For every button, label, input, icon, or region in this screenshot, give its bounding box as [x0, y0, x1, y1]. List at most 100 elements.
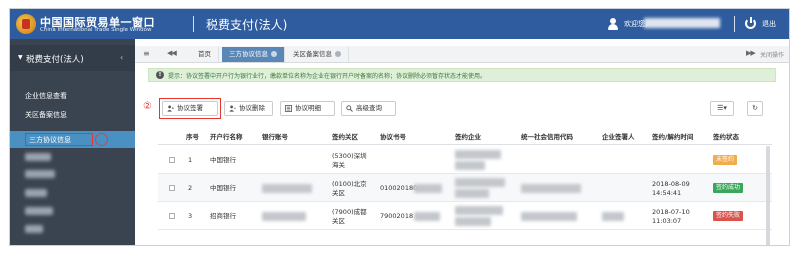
power-icon[interactable]: [745, 17, 756, 29]
user-icon: [608, 18, 618, 30]
tab-label: 关区备案信息: [293, 50, 332, 58]
notice-text: 提示：协议签署中开户行为银行业行，缴款单位名称为企业在银行开户时备案的名称；协议…: [168, 73, 487, 80]
col-header-customs: 签约关区: [332, 133, 358, 141]
table-row[interactable]: 2 中国银行 (0100)北京关区 010020180 2018-08-09 1…: [158, 174, 772, 202]
cell-account-redacted: [262, 184, 312, 193]
info-icon: !: [156, 71, 164, 79]
cell-time: 2018-07-10 11:03:07: [652, 208, 690, 225]
cell-agreement-no: 010020180: [380, 184, 418, 192]
cell-credit-code-redacted: [521, 184, 581, 193]
columns-icon: ☰▾: [717, 104, 727, 112]
tab-customs-record[interactable]: 关区备案信息: [286, 47, 349, 62]
cell-account-redacted: [262, 212, 306, 221]
cell-company-redacted: [455, 217, 491, 226]
sidebar-item-company-info[interactable]: 企业信息查看: [25, 91, 67, 101]
status-badge: 未签约: [713, 155, 738, 165]
sidebar-section-label: 税费支付(法人): [26, 55, 84, 65]
cell-company-redacted: [455, 189, 489, 198]
button-label: 协议签署: [177, 104, 203, 112]
sidebar-item-tripartite-agreement[interactable]: 三方协议信息: [10, 131, 135, 148]
table-row[interactable]: 1 中国银行 (5300)深圳海关 未签约: [158, 146, 772, 174]
sidebar-item-customs-record[interactable]: 关区备案信息: [25, 110, 67, 120]
double-chevron-right-icon[interactable]: ▶▶: [746, 49, 756, 57]
refresh-button[interactable]: ↻: [747, 101, 763, 116]
advanced-search-button[interactable]: 高级查询: [341, 101, 396, 116]
logout-link[interactable]: 退出: [762, 19, 776, 29]
row-checkbox[interactable]: [169, 213, 175, 219]
cell-no: 2: [188, 184, 193, 192]
table-scrollbar[interactable]: [766, 146, 770, 245]
close-operations-menu[interactable]: 关闭操作: [760, 50, 784, 59]
cell-customs: (7900)成都关区: [332, 208, 367, 225]
row-checkbox[interactable]: [169, 185, 175, 191]
user-plus-icon: [167, 105, 174, 112]
step-number: ②: [143, 101, 152, 112]
row-checkbox[interactable]: [169, 157, 175, 163]
button-label: 高级查询: [356, 104, 382, 112]
cell-agreement-redacted: [414, 212, 440, 221]
col-header-status: 签约状态: [713, 133, 739, 141]
button-label: 协议明细: [295, 104, 321, 112]
col-header-credit-code: 统一社会信用代码: [521, 133, 573, 141]
cell-no: 1: [188, 156, 193, 164]
col-header-time: 签约/解约时间: [652, 133, 694, 141]
cell-no: 3: [188, 212, 193, 220]
step-marker: [95, 133, 108, 146]
col-header-agreement-no: 协议书号: [380, 133, 406, 141]
col-header-account: 银行账号: [262, 133, 288, 141]
tip-notice: ! 提示：协议签署中开户行为银行业行，缴款单位名称为企业在银行开户时备案的名称；…: [148, 68, 776, 82]
refresh-icon: ↻: [752, 104, 758, 112]
col-header-company: 签约企业: [455, 133, 481, 141]
system-title: 税费支付(法人): [206, 18, 288, 32]
col-header-bank: 开户行名称: [210, 133, 243, 141]
user-minus-icon: [229, 105, 236, 112]
column-toggle-button[interactable]: ☰▾: [710, 101, 734, 116]
status-badge: 签约成功: [713, 183, 744, 193]
tab-label: 首页: [198, 50, 211, 58]
cell-customs: (5300)深圳海关: [332, 152, 367, 169]
cell-agreement-no: 79002018: [380, 212, 414, 220]
single-window-logo-icon: [16, 14, 36, 34]
sidebar-item-label: 三方协议信息: [29, 136, 71, 144]
delete-agreement-button[interactable]: 协议删除: [224, 101, 273, 116]
sign-agreement-button[interactable]: 协议签署: [162, 101, 218, 116]
tab-home[interactable]: 首页: [191, 47, 219, 62]
top-header: 中国国际贸易单一窗口 China International Trade Sin…: [10, 9, 789, 39]
app-window: 中国国际贸易单一窗口 China International Trade Sin…: [9, 8, 790, 246]
sidebar: ▼ 税费支付(法人) ‹ 企业信息查看 关区备案信息 三方协议信息: [10, 39, 135, 245]
search-icon: [346, 105, 353, 112]
cell-credit-code-redacted: [521, 212, 577, 221]
close-icon[interactable]: [335, 51, 341, 57]
agreement-detail-button[interactable]: 协议明细: [280, 101, 335, 116]
cell-company-redacted: [455, 206, 503, 215]
user-name-redacted: [644, 18, 720, 28]
header-divider: [734, 16, 735, 32]
header-divider: [193, 16, 194, 32]
close-icon[interactable]: [271, 51, 277, 57]
col-header-no: 序号: [186, 133, 199, 141]
sidebar-item-redacted: [25, 189, 47, 197]
cell-bank: 中国银行: [210, 184, 236, 192]
sidebar-item-redacted: [25, 153, 51, 161]
cell-company-redacted: [455, 150, 501, 159]
sidebar-item-redacted: [25, 170, 55, 178]
menu-icon[interactable]: ≡: [143, 49, 150, 58]
sidebar-section-header[interactable]: ▼ 税费支付(法人) ‹: [10, 45, 135, 71]
cell-bank: 中国银行: [210, 156, 236, 164]
table-row[interactable]: 3 招商银行 (7900)成都关区 79002018 2018-07-10 11…: [158, 202, 772, 230]
cell-bank: 招商银行: [210, 212, 236, 220]
tab-tripartite-agreement[interactable]: 三方协议信息: [222, 47, 285, 62]
tab-bar: ≡ ◀◀ 首页 三方协议信息 关区备案信息 ▶▶ 关闭操作: [135, 46, 789, 63]
cell-company-redacted: [455, 178, 505, 187]
sidebar-item-redacted: [25, 207, 53, 215]
status-badge: 签约失败: [713, 211, 744, 221]
sidebar-item-redacted: [25, 225, 43, 233]
col-header-signer: 企业签署人: [602, 133, 635, 141]
cell-time: 2018-08-09 14:54:41: [652, 180, 690, 197]
chevron-left-icon[interactable]: ‹: [120, 53, 123, 62]
button-label: 协议删除: [239, 104, 265, 112]
cell-signer-redacted: [602, 212, 624, 221]
double-chevron-left-icon[interactable]: ◀◀: [167, 49, 177, 57]
caret-down-icon: ▼: [18, 54, 23, 61]
detail-icon: [285, 105, 292, 112]
